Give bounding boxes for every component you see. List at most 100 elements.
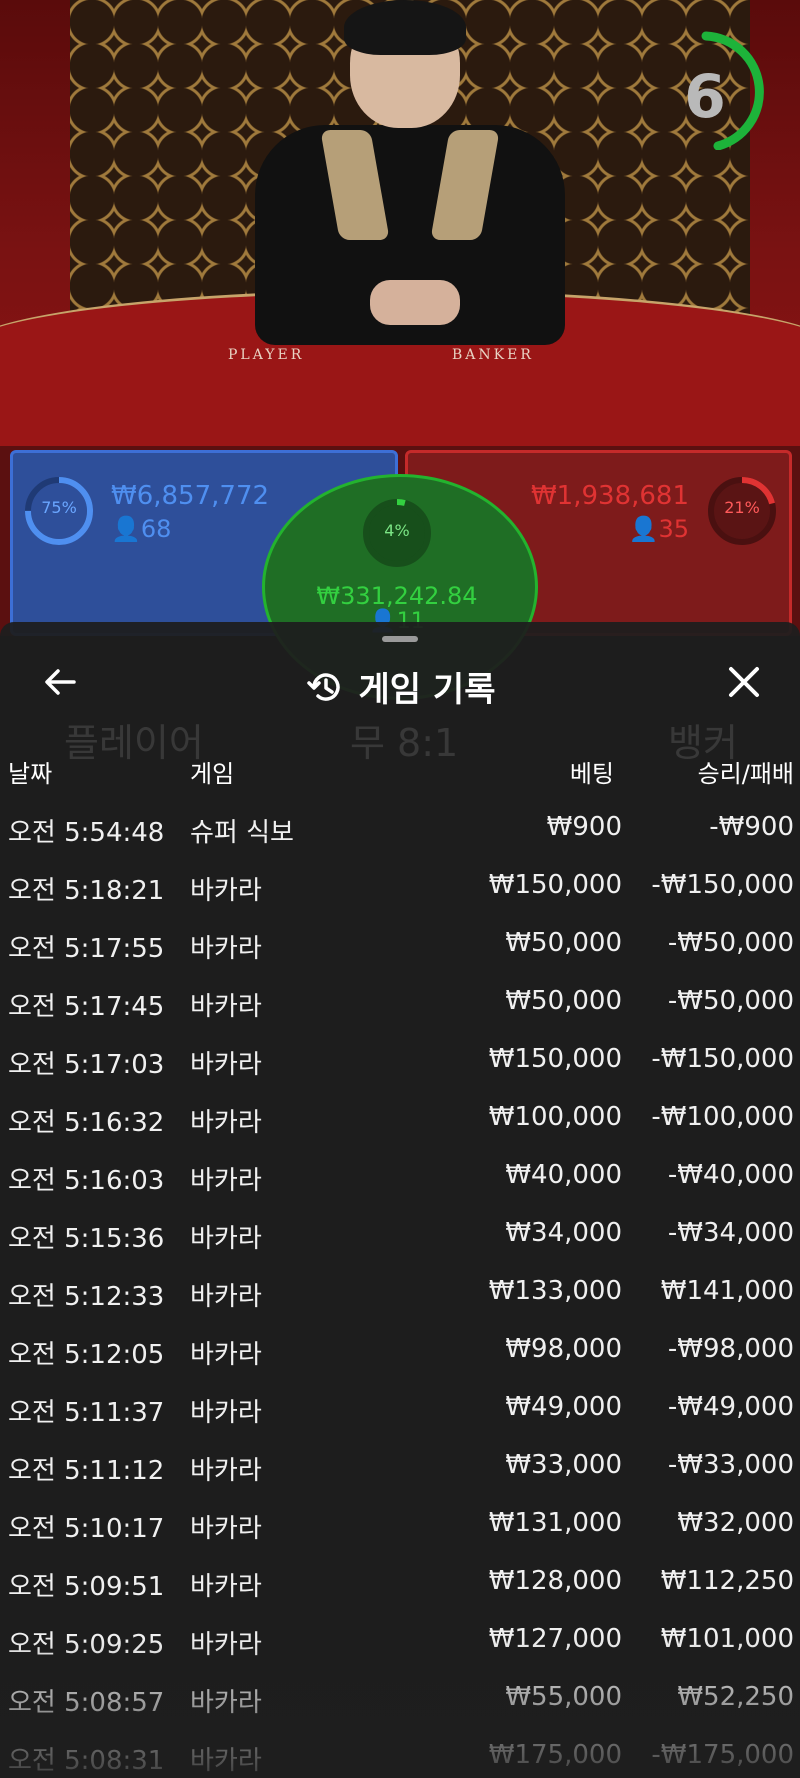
user-icon: 👤 bbox=[628, 515, 659, 543]
history-row[interactable]: 오전 5:08:57 바카라 ₩55,000 ₩52,250 bbox=[0, 1670, 800, 1728]
bg-label-tie: 무 8:1 bbox=[350, 721, 459, 765]
row-result: -₩34,000 bbox=[667, 1218, 794, 1248]
player-amount: ₩6,857,772 bbox=[111, 481, 270, 511]
row-time: 오전 5:09:51 bbox=[8, 1572, 165, 1602]
row-game: 바카라 bbox=[190, 1688, 262, 1718]
history-row[interactable]: 오전 5:17:45 바카라 ₩50,000 -₩50,000 bbox=[0, 974, 800, 1032]
row-time: 오전 5:17:03 bbox=[8, 1050, 165, 1080]
table-label-banker: BANKER bbox=[452, 347, 534, 363]
close-button[interactable] bbox=[722, 660, 766, 704]
row-bet: ₩40,000 bbox=[505, 1160, 622, 1190]
banker-count: 35 bbox=[658, 515, 689, 543]
row-bet: ₩100,000 bbox=[488, 1102, 622, 1132]
history-row[interactable]: 오전 5:54:48 슈퍼 식보 ₩900 -₩900 bbox=[0, 800, 800, 858]
row-time: 오전 5:11:12 bbox=[8, 1456, 165, 1486]
row-result: -₩100,000 bbox=[651, 1102, 794, 1132]
row-time: 오전 5:12:33 bbox=[8, 1282, 165, 1312]
row-bet: ₩133,000 bbox=[488, 1276, 622, 1306]
row-result: -₩900 bbox=[709, 812, 794, 842]
history-row[interactable]: 오전 5:10:17 바카라 ₩131,000 ₩32,000 bbox=[0, 1496, 800, 1554]
row-bet: ₩55,000 bbox=[505, 1682, 622, 1712]
bg-label-player: 플레이어 bbox=[64, 721, 204, 765]
row-result: -₩50,000 bbox=[667, 928, 794, 958]
sheet-drag-handle[interactable] bbox=[382, 636, 418, 642]
row-time: 오전 5:12:05 bbox=[8, 1340, 165, 1370]
row-result: ₩112,250 bbox=[660, 1566, 794, 1596]
history-row[interactable]: 오전 5:11:37 바카라 ₩49,000 -₩49,000 bbox=[0, 1380, 800, 1438]
history-row[interactable]: 오전 5:08:31 바카라 ₩175,000 -₩175,000 bbox=[0, 1728, 800, 1778]
history-row[interactable]: 오전 5:09:25 바카라 ₩127,000 ₩101,000 bbox=[0, 1612, 800, 1670]
row-game: 바카라 bbox=[190, 1340, 262, 1370]
row-game: 바카라 bbox=[190, 992, 262, 1022]
player-percent: 75% bbox=[41, 498, 77, 517]
tie-percent: 4% bbox=[384, 521, 410, 540]
row-time: 오전 5:09:25 bbox=[8, 1630, 165, 1660]
history-row[interactable]: 오전 5:17:55 바카라 ₩50,000 -₩50,000 bbox=[0, 916, 800, 974]
row-result: -₩33,000 bbox=[667, 1450, 794, 1480]
row-time: 오전 5:18:21 bbox=[8, 876, 165, 906]
row-time: 오전 5:17:45 bbox=[8, 992, 165, 1022]
row-result: ₩32,000 bbox=[677, 1508, 794, 1538]
row-bet: ₩127,000 bbox=[488, 1624, 622, 1654]
tie-amount: ₩331,242.84 bbox=[316, 582, 478, 610]
history-row[interactable]: 오전 5:17:03 바카라 ₩150,000 -₩150,000 bbox=[0, 1032, 800, 1090]
history-row[interactable]: 오전 5:11:12 바카라 ₩33,000 -₩33,000 bbox=[0, 1438, 800, 1496]
row-game: 바카라 bbox=[190, 1282, 262, 1312]
row-bet: ₩150,000 bbox=[488, 870, 622, 900]
history-row[interactable]: 오전 5:18:21 바카라 ₩150,000 -₩150,000 bbox=[0, 858, 800, 916]
row-bet: ₩128,000 bbox=[488, 1566, 622, 1596]
column-header-result: 승리/패배 bbox=[697, 760, 794, 788]
row-game: 바카라 bbox=[190, 1630, 262, 1660]
live-video: PLAYER BANKER 6 bbox=[0, 0, 800, 460]
history-row[interactable]: 오전 5:12:05 바카라 ₩98,000 -₩98,000 bbox=[0, 1322, 800, 1380]
history-row[interactable]: 오전 5:15:36 바카라 ₩34,000 -₩34,000 bbox=[0, 1206, 800, 1264]
history-list: 오전 5:54:48 슈퍼 식보 ₩900 -₩900 오전 5:18:21 바카라 ₩15… bbox=[0, 800, 800, 1778]
history-row[interactable]: 오전 5:09:51 바카라 ₩128,000 ₩112,250 bbox=[0, 1554, 800, 1612]
close-icon bbox=[729, 667, 759, 697]
row-time: 오전 5:11:37 bbox=[8, 1398, 165, 1428]
row-result: -₩98,000 bbox=[667, 1334, 794, 1364]
row-game: 바카라 bbox=[190, 1224, 262, 1254]
row-game: 바카라 bbox=[190, 934, 262, 964]
row-game: 바카라 bbox=[190, 876, 262, 906]
row-bet: ₩33,000 bbox=[505, 1450, 622, 1480]
row-result: ₩101,000 bbox=[660, 1624, 794, 1654]
row-time: 오전 5:10:17 bbox=[8, 1514, 165, 1544]
row-game: 바카라 bbox=[190, 1746, 262, 1776]
history-row[interactable]: 오전 5:16:32 바카라 ₩100,000 -₩100,000 bbox=[0, 1090, 800, 1148]
row-bet: ₩175,000 bbox=[488, 1740, 622, 1770]
row-time: 오전 5:15:36 bbox=[8, 1224, 165, 1254]
row-result: ₩141,000 bbox=[660, 1276, 794, 1306]
history-row[interactable]: 오전 5:12:33 바카라 ₩133,000 ₩141,000 bbox=[0, 1264, 800, 1322]
row-result: -₩150,000 bbox=[651, 870, 794, 900]
row-bet: ₩900 bbox=[546, 812, 622, 842]
row-result: -₩40,000 bbox=[667, 1160, 794, 1190]
row-game: 바카라 bbox=[190, 1456, 262, 1486]
column-header-bet: 베팅 bbox=[569, 760, 614, 788]
row-result: ₩52,250 bbox=[677, 1682, 794, 1712]
history-row[interactable]: 오전 5:16:03 바카라 ₩40,000 -₩40,000 bbox=[0, 1148, 800, 1206]
row-bet: ₩34,000 bbox=[505, 1218, 622, 1248]
column-header-game: 게임 bbox=[190, 760, 235, 788]
row-bet: ₩98,000 bbox=[505, 1334, 622, 1364]
row-result: -₩150,000 bbox=[651, 1044, 794, 1074]
game-history-sheet: 플레이어 무 8:1 뱅커 게임 기록 날짜 게임 베팅 승리/패배 오전 5:… bbox=[0, 622, 800, 1778]
row-bet: ₩150,000 bbox=[488, 1044, 622, 1074]
row-time: 오전 5:08:57 bbox=[8, 1688, 165, 1718]
row-result: -₩49,000 bbox=[667, 1392, 794, 1422]
table-label-player: PLAYER bbox=[228, 347, 305, 363]
player-count: 68 bbox=[140, 515, 172, 543]
history-icon bbox=[306, 672, 340, 701]
row-bet: ₩50,000 bbox=[505, 986, 622, 1016]
row-time: 오전 5:08:31 bbox=[8, 1746, 165, 1776]
row-result: -₩50,000 bbox=[667, 986, 794, 1016]
row-game: 바카라 bbox=[190, 1108, 262, 1138]
row-game: 바카라 bbox=[190, 1050, 262, 1080]
banker-percent: 21% bbox=[724, 498, 760, 517]
history-title: 게임 기록 bbox=[358, 670, 496, 710]
row-time: 오전 5:16:03 bbox=[8, 1166, 165, 1196]
row-game: 바카라 bbox=[190, 1398, 262, 1428]
column-header-date: 날짜 bbox=[8, 760, 53, 788]
row-time: 오전 5:54:48 bbox=[8, 818, 165, 848]
row-bet: ₩49,000 bbox=[505, 1392, 622, 1422]
